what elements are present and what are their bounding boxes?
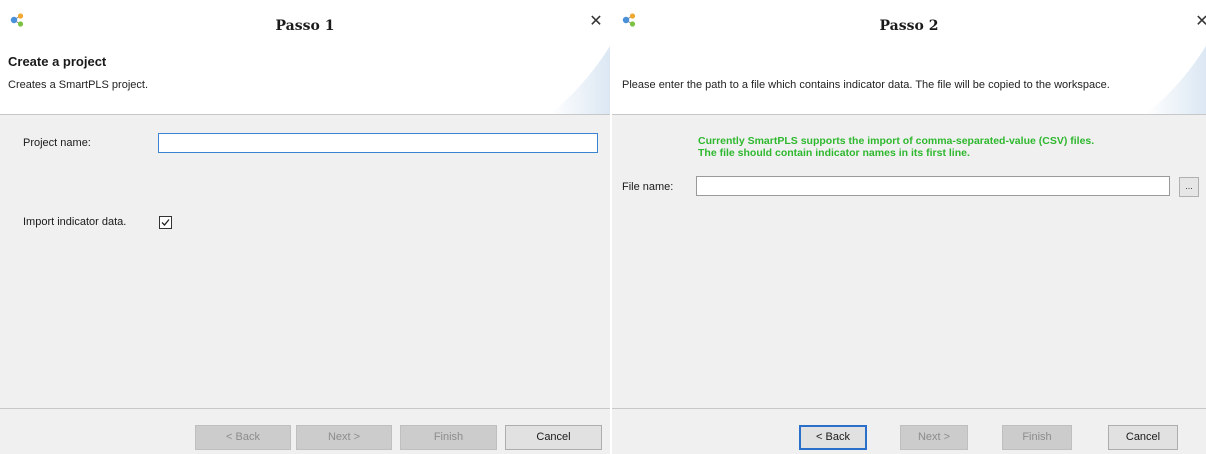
import-indicator-checkbox[interactable]	[159, 216, 172, 229]
wizard-header: Please enter the path to a file which co…	[612, 46, 1206, 114]
page-description: Creates a SmartPLS project.	[8, 79, 149, 91]
title-bar: Passo 1 ✕	[0, 0, 610, 46]
button-bar: < Back Next > Finish Cancel	[612, 409, 1206, 454]
page-description: Please enter the path to a file which co…	[622, 79, 1110, 91]
browse-button[interactable]: ...	[1179, 177, 1199, 197]
project-name-input[interactable]	[158, 133, 598, 153]
dialog-title: Passo 1	[275, 18, 335, 34]
button-bar: < Back Next > Finish Cancel	[0, 409, 610, 454]
wizard-body: Project name: Import indicator data.	[0, 115, 610, 408]
file-name-input[interactable]	[696, 176, 1170, 196]
page-title: Create a project	[8, 54, 107, 69]
info-line-2: The file should contain indicator names …	[698, 147, 970, 159]
title-bar: Passo 2 ✕	[612, 0, 1206, 46]
dialog-title: Passo 2	[879, 18, 939, 34]
file-name-label: File name:	[622, 181, 674, 193]
finish-button[interactable]: Finish	[400, 425, 497, 450]
close-icon[interactable]: ✕	[588, 13, 604, 29]
close-icon[interactable]: ✕	[1194, 13, 1206, 29]
next-button[interactable]: Next >	[296, 425, 392, 450]
csv-info-message: Currently SmartPLS supports the import o…	[698, 135, 1198, 159]
dialog-passo-1: Passo 1 ✕ Create a project Creates a Sma…	[0, 0, 610, 454]
back-button[interactable]: < Back	[195, 425, 291, 450]
import-indicator-label: Import indicator data.	[23, 216, 127, 228]
wizard-body: Currently SmartPLS supports the import o…	[612, 115, 1206, 408]
next-button[interactable]: Next >	[900, 425, 968, 450]
cancel-button[interactable]: Cancel	[505, 425, 602, 450]
project-name-label: Project name:	[23, 137, 91, 149]
finish-button[interactable]: Finish	[1002, 425, 1072, 450]
back-button[interactable]: < Back	[799, 425, 867, 450]
dialog-passo-2: Passo 2 ✕ Please enter the path to a fil…	[612, 0, 1206, 454]
cancel-button[interactable]: Cancel	[1108, 425, 1178, 450]
header-decoration	[550, 46, 610, 114]
checkmark-icon	[161, 219, 170, 226]
wizard-header: Create a project Creates a SmartPLS proj…	[0, 46, 610, 114]
info-line-1: Currently SmartPLS supports the import o…	[698, 135, 1095, 147]
